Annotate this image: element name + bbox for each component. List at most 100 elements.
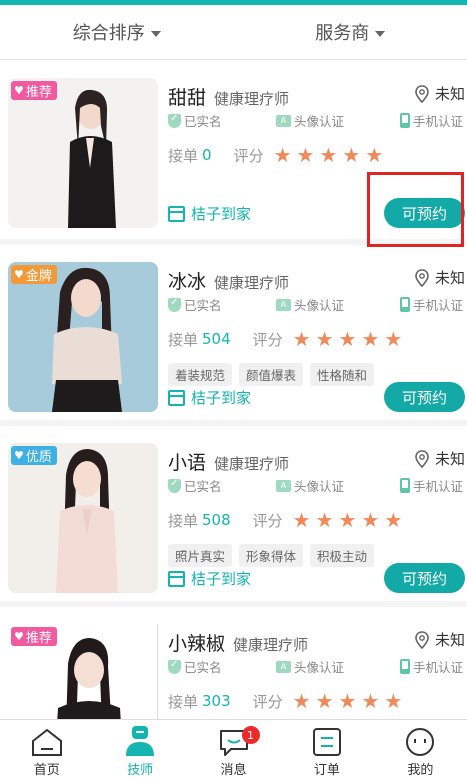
therapist-location: 未知 bbox=[415, 629, 465, 650]
face-id-icon: A bbox=[276, 114, 291, 127]
sort-comprehensive[interactable]: 综合排序 bbox=[0, 5, 234, 59]
tag: 性格随和 bbox=[310, 363, 375, 386]
badge-gold: ♥ 金牌 bbox=[11, 265, 57, 284]
badge-label: 优质 bbox=[25, 450, 52, 465]
score-label: 评分 bbox=[252, 692, 283, 711]
tab-label: 消息 bbox=[220, 763, 247, 778]
heart-icon: ♥ bbox=[14, 449, 24, 462]
star-icon: ★ bbox=[361, 689, 380, 713]
shop-icon bbox=[168, 205, 185, 222]
therapist-card[interactable]: ♥ 优质 小语 健康理疗师 未知 已实名 A头像认证 手机认证 接单 508 评… bbox=[0, 426, 467, 604]
sort-provider[interactable]: 服务商 bbox=[234, 5, 467, 59]
star-icon: ★ bbox=[319, 143, 338, 167]
location-pin-icon bbox=[415, 84, 429, 103]
verified-label: 已实名 bbox=[184, 479, 222, 494]
star-icon: ★ bbox=[342, 143, 361, 167]
score-label: 评分 bbox=[252, 330, 283, 349]
therapist-card[interactable]: ♥ 金牌 冰冰 健康理疗师 未知 已实名 A头像认证 手机认证 接单 504 评… bbox=[0, 245, 467, 423]
star-icon: ★ bbox=[338, 689, 357, 713]
tag: 积极主动 bbox=[310, 544, 375, 567]
sort-comprehensive-label: 综合排序 bbox=[72, 23, 145, 44]
face-id-icon: A bbox=[276, 479, 291, 492]
tab-label: 我的 bbox=[407, 763, 434, 778]
sort-provider-label: 服务商 bbox=[315, 23, 370, 44]
order-count: 508 bbox=[202, 511, 231, 529]
order-count: 504 bbox=[202, 330, 231, 348]
star-icon: ★ bbox=[338, 508, 357, 532]
shop-link[interactable]: 桔子到家 bbox=[168, 387, 251, 408]
therapist-role: 健康理疗师 bbox=[214, 90, 290, 108]
therapist-card[interactable]: ♥ 推荐 小辣椒 健康理疗师 未知 已实名 A头像认证 手机认证 接单 303 … bbox=[0, 607, 467, 719]
therapist-name: 小语 bbox=[168, 452, 207, 474]
therapist-icon bbox=[126, 726, 155, 756]
star-icon: ★ bbox=[365, 143, 384, 167]
badge-quality: ♥ 优质 bbox=[11, 446, 57, 465]
tag-list: 着装规范 颜值爆表 性格随和 bbox=[168, 363, 375, 386]
face-id-icon: A bbox=[276, 660, 291, 673]
star-icon: ★ bbox=[384, 327, 403, 351]
location-text: 未知 bbox=[434, 450, 465, 468]
therapist-location: 未知 bbox=[415, 83, 465, 104]
therapist-name: 冰冰 bbox=[168, 271, 207, 293]
therapist-location: 未知 bbox=[415, 267, 465, 288]
shop-name: 桔子到家 bbox=[191, 570, 252, 588]
star-icon: ★ bbox=[315, 327, 334, 351]
score-label: 评分 bbox=[233, 146, 264, 165]
face-id-icon: A bbox=[276, 298, 291, 311]
tag-list: 照片真实 形象得体 积极主动 bbox=[168, 544, 375, 567]
order-score-row: 接单 508 评分 ★ ★ ★ ★ ★ bbox=[168, 508, 407, 532]
phone-verified-label: 手机认证 bbox=[413, 660, 464, 675]
therapist-role: 健康理疗师 bbox=[233, 636, 309, 654]
shop-link[interactable]: 桔子到家 bbox=[168, 568, 251, 589]
rating-stars: ★ ★ ★ ★ ★ bbox=[274, 143, 389, 167]
book-button[interactable]: 可预约 bbox=[384, 563, 465, 593]
therapist-name: 小辣椒 bbox=[168, 633, 226, 655]
face-verified-label: 头像认证 bbox=[294, 660, 345, 675]
verified-label: 已实名 bbox=[184, 298, 222, 313]
tab-label: 技师 bbox=[127, 763, 154, 778]
heart-icon: ♥ bbox=[14, 630, 24, 643]
card-divider bbox=[0, 420, 467, 426]
star-icon: ★ bbox=[296, 143, 315, 167]
verified-shield-icon bbox=[168, 659, 181, 674]
order-count: 303 bbox=[202, 692, 231, 710]
therapist-name: 甜甜 bbox=[168, 87, 207, 109]
badge-label: 金牌 bbox=[25, 269, 52, 284]
order-score-row: 接单 303 评分 ★ ★ ★ ★ ★ bbox=[168, 689, 407, 713]
star-icon: ★ bbox=[292, 689, 311, 713]
tab-orders[interactable]: 订单 bbox=[280, 720, 373, 782]
phone-icon bbox=[400, 659, 410, 674]
star-icon: ★ bbox=[292, 327, 311, 351]
heart-icon: ♥ bbox=[14, 268, 24, 281]
tag: 形象得体 bbox=[239, 544, 304, 567]
phone-icon bbox=[400, 297, 410, 312]
location-pin-icon bbox=[415, 268, 429, 287]
therapist-location: 未知 bbox=[415, 448, 465, 469]
home-icon bbox=[31, 728, 62, 756]
shop-link[interactable]: 桔子到家 bbox=[168, 203, 251, 224]
badge-label: 推荐 bbox=[25, 85, 52, 100]
location-text: 未知 bbox=[434, 269, 465, 287]
tab-therapist[interactable]: 技师 bbox=[93, 720, 186, 782]
caret-down-icon bbox=[375, 30, 386, 37]
tag: 着装规范 bbox=[168, 363, 233, 386]
tab-message[interactable]: 消息 1 bbox=[187, 720, 280, 782]
therapist-photo bbox=[8, 262, 158, 412]
order-label: 接单 bbox=[168, 692, 199, 711]
face-verified-label: 头像认证 bbox=[294, 298, 345, 313]
star-icon: ★ bbox=[273, 143, 292, 167]
tab-home[interactable]: 首页 bbox=[0, 720, 93, 782]
shop-name: 桔子到家 bbox=[191, 389, 252, 407]
shop-icon bbox=[168, 570, 185, 587]
location-text: 未知 bbox=[434, 85, 465, 103]
face-verified-label: 头像认证 bbox=[294, 114, 345, 129]
badge-recommended: ♥ 推荐 bbox=[11, 81, 57, 100]
therapist-photo bbox=[8, 78, 158, 228]
order-score-row: 接单 0 评分 ★ ★ ★ ★ ★ bbox=[168, 143, 388, 167]
location-pin-icon bbox=[415, 630, 429, 649]
star-icon: ★ bbox=[315, 689, 334, 713]
shop-icon bbox=[168, 389, 185, 406]
tab-profile[interactable]: 我的 bbox=[374, 720, 467, 782]
book-button[interactable]: 可预约 bbox=[384, 382, 465, 412]
tag: 颜值爆表 bbox=[239, 363, 304, 386]
